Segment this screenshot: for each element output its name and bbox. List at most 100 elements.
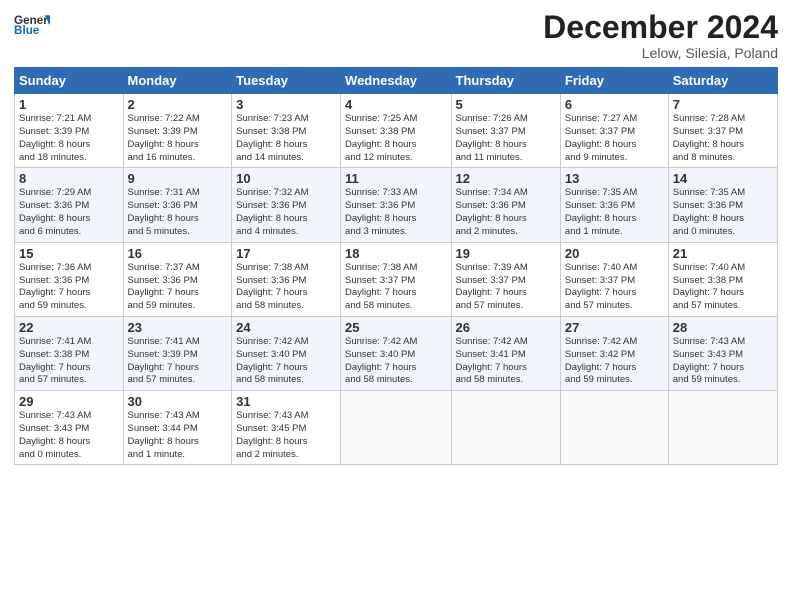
cell-info: Sunrise: 7:42 AMSunset: 3:41 PMDaylight:… [456, 336, 556, 387]
table-row: 27Sunrise: 7:42 AMSunset: 3:42 PMDayligh… [560, 316, 668, 390]
cell-info: Sunrise: 7:41 AMSunset: 3:38 PMDaylight:… [19, 336, 119, 387]
table-row: 5Sunrise: 7:26 AMSunset: 3:37 PMDaylight… [451, 94, 560, 168]
cell-info: Sunrise: 7:26 AMSunset: 3:37 PMDaylight:… [456, 113, 556, 164]
day-number: 10 [236, 171, 336, 186]
day-number: 1 [19, 97, 119, 112]
title-block: December 2024 Lelow, Silesia, Poland [543, 10, 778, 61]
day-number: 30 [128, 394, 228, 409]
day-number: 25 [345, 320, 446, 335]
day-number: 14 [673, 171, 773, 186]
table-row [451, 391, 560, 465]
col-tuesday: Tuesday [232, 68, 341, 94]
day-number: 27 [565, 320, 664, 335]
table-row: 10Sunrise: 7:32 AMSunset: 3:36 PMDayligh… [232, 168, 341, 242]
table-row: 21Sunrise: 7:40 AMSunset: 3:38 PMDayligh… [668, 242, 777, 316]
cell-info: Sunrise: 7:42 AMSunset: 3:40 PMDaylight:… [236, 336, 336, 387]
day-number: 15 [19, 246, 119, 261]
table-row: 15Sunrise: 7:36 AMSunset: 3:36 PMDayligh… [15, 242, 124, 316]
cell-info: Sunrise: 7:43 AMSunset: 3:45 PMDaylight:… [236, 410, 336, 461]
cell-info: Sunrise: 7:43 AMSunset: 3:43 PMDaylight:… [19, 410, 119, 461]
col-friday: Friday [560, 68, 668, 94]
table-row: 1Sunrise: 7:21 AMSunset: 3:39 PMDaylight… [15, 94, 124, 168]
table-row: 23Sunrise: 7:41 AMSunset: 3:39 PMDayligh… [123, 316, 232, 390]
day-number: 31 [236, 394, 336, 409]
cell-info: Sunrise: 7:40 AMSunset: 3:37 PMDaylight:… [565, 262, 664, 313]
svg-text:Blue: Blue [14, 24, 40, 37]
day-number: 20 [565, 246, 664, 261]
calendar-week-row: 22Sunrise: 7:41 AMSunset: 3:38 PMDayligh… [15, 316, 778, 390]
day-number: 8 [19, 171, 119, 186]
day-number: 24 [236, 320, 336, 335]
day-number: 26 [456, 320, 556, 335]
table-row [560, 391, 668, 465]
calendar-week-row: 15Sunrise: 7:36 AMSunset: 3:36 PMDayligh… [15, 242, 778, 316]
day-number: 7 [673, 97, 773, 112]
cell-info: Sunrise: 7:43 AMSunset: 3:43 PMDaylight:… [673, 336, 773, 387]
cell-info: Sunrise: 7:41 AMSunset: 3:39 PMDaylight:… [128, 336, 228, 387]
cell-info: Sunrise: 7:40 AMSunset: 3:38 PMDaylight:… [673, 262, 773, 313]
day-number: 28 [673, 320, 773, 335]
cell-info: Sunrise: 7:32 AMSunset: 3:36 PMDaylight:… [236, 187, 336, 238]
calendar-header-row: Sunday Monday Tuesday Wednesday Thursday… [15, 68, 778, 94]
table-row: 31Sunrise: 7:43 AMSunset: 3:45 PMDayligh… [232, 391, 341, 465]
logo-icon: General Blue [14, 10, 50, 38]
day-number: 9 [128, 171, 228, 186]
table-row: 12Sunrise: 7:34 AMSunset: 3:36 PMDayligh… [451, 168, 560, 242]
calendar-week-row: 29Sunrise: 7:43 AMSunset: 3:43 PMDayligh… [15, 391, 778, 465]
day-number: 16 [128, 246, 228, 261]
day-number: 2 [128, 97, 228, 112]
table-row: 16Sunrise: 7:37 AMSunset: 3:36 PMDayligh… [123, 242, 232, 316]
day-number: 13 [565, 171, 664, 186]
calendar-page: General Blue December 2024 Lelow, Silesi… [0, 0, 792, 612]
calendar-week-row: 8Sunrise: 7:29 AMSunset: 3:36 PMDaylight… [15, 168, 778, 242]
day-number: 5 [456, 97, 556, 112]
day-number: 6 [565, 97, 664, 112]
day-number: 12 [456, 171, 556, 186]
cell-info: Sunrise: 7:34 AMSunset: 3:36 PMDaylight:… [456, 187, 556, 238]
day-number: 17 [236, 246, 336, 261]
calendar-table: Sunday Monday Tuesday Wednesday Thursday… [14, 67, 778, 465]
table-row: 26Sunrise: 7:42 AMSunset: 3:41 PMDayligh… [451, 316, 560, 390]
table-row: 14Sunrise: 7:35 AMSunset: 3:36 PMDayligh… [668, 168, 777, 242]
col-thursday: Thursday [451, 68, 560, 94]
cell-info: Sunrise: 7:38 AMSunset: 3:37 PMDaylight:… [345, 262, 446, 313]
table-row: 4Sunrise: 7:25 AMSunset: 3:38 PMDaylight… [341, 94, 451, 168]
cell-info: Sunrise: 7:36 AMSunset: 3:36 PMDaylight:… [19, 262, 119, 313]
day-number: 19 [456, 246, 556, 261]
table-row: 9Sunrise: 7:31 AMSunset: 3:36 PMDaylight… [123, 168, 232, 242]
month-title: December 2024 [543, 10, 778, 45]
location: Lelow, Silesia, Poland [543, 45, 778, 61]
table-row: 22Sunrise: 7:41 AMSunset: 3:38 PMDayligh… [15, 316, 124, 390]
logo: General Blue [14, 10, 50, 38]
table-row: 3Sunrise: 7:23 AMSunset: 3:38 PMDaylight… [232, 94, 341, 168]
day-number: 22 [19, 320, 119, 335]
cell-info: Sunrise: 7:39 AMSunset: 3:37 PMDaylight:… [456, 262, 556, 313]
cell-info: Sunrise: 7:29 AMSunset: 3:36 PMDaylight:… [19, 187, 119, 238]
table-row: 19Sunrise: 7:39 AMSunset: 3:37 PMDayligh… [451, 242, 560, 316]
day-number: 21 [673, 246, 773, 261]
table-row: 2Sunrise: 7:22 AMSunset: 3:39 PMDaylight… [123, 94, 232, 168]
cell-info: Sunrise: 7:31 AMSunset: 3:36 PMDaylight:… [128, 187, 228, 238]
day-number: 23 [128, 320, 228, 335]
day-number: 29 [19, 394, 119, 409]
cell-info: Sunrise: 7:35 AMSunset: 3:36 PMDaylight:… [673, 187, 773, 238]
cell-info: Sunrise: 7:38 AMSunset: 3:36 PMDaylight:… [236, 262, 336, 313]
cell-info: Sunrise: 7:21 AMSunset: 3:39 PMDaylight:… [19, 113, 119, 164]
col-wednesday: Wednesday [341, 68, 451, 94]
col-monday: Monday [123, 68, 232, 94]
cell-info: Sunrise: 7:23 AMSunset: 3:38 PMDaylight:… [236, 113, 336, 164]
table-row [668, 391, 777, 465]
cell-info: Sunrise: 7:27 AMSunset: 3:37 PMDaylight:… [565, 113, 664, 164]
table-row: 7Sunrise: 7:28 AMSunset: 3:37 PMDaylight… [668, 94, 777, 168]
cell-info: Sunrise: 7:25 AMSunset: 3:38 PMDaylight:… [345, 113, 446, 164]
table-row [341, 391, 451, 465]
cell-info: Sunrise: 7:35 AMSunset: 3:36 PMDaylight:… [565, 187, 664, 238]
calendar-week-row: 1Sunrise: 7:21 AMSunset: 3:39 PMDaylight… [15, 94, 778, 168]
table-row: 13Sunrise: 7:35 AMSunset: 3:36 PMDayligh… [560, 168, 668, 242]
header: General Blue December 2024 Lelow, Silesi… [14, 10, 778, 61]
cell-info: Sunrise: 7:42 AMSunset: 3:42 PMDaylight:… [565, 336, 664, 387]
table-row: 28Sunrise: 7:43 AMSunset: 3:43 PMDayligh… [668, 316, 777, 390]
day-number: 11 [345, 171, 446, 186]
col-saturday: Saturday [668, 68, 777, 94]
day-number: 18 [345, 246, 446, 261]
